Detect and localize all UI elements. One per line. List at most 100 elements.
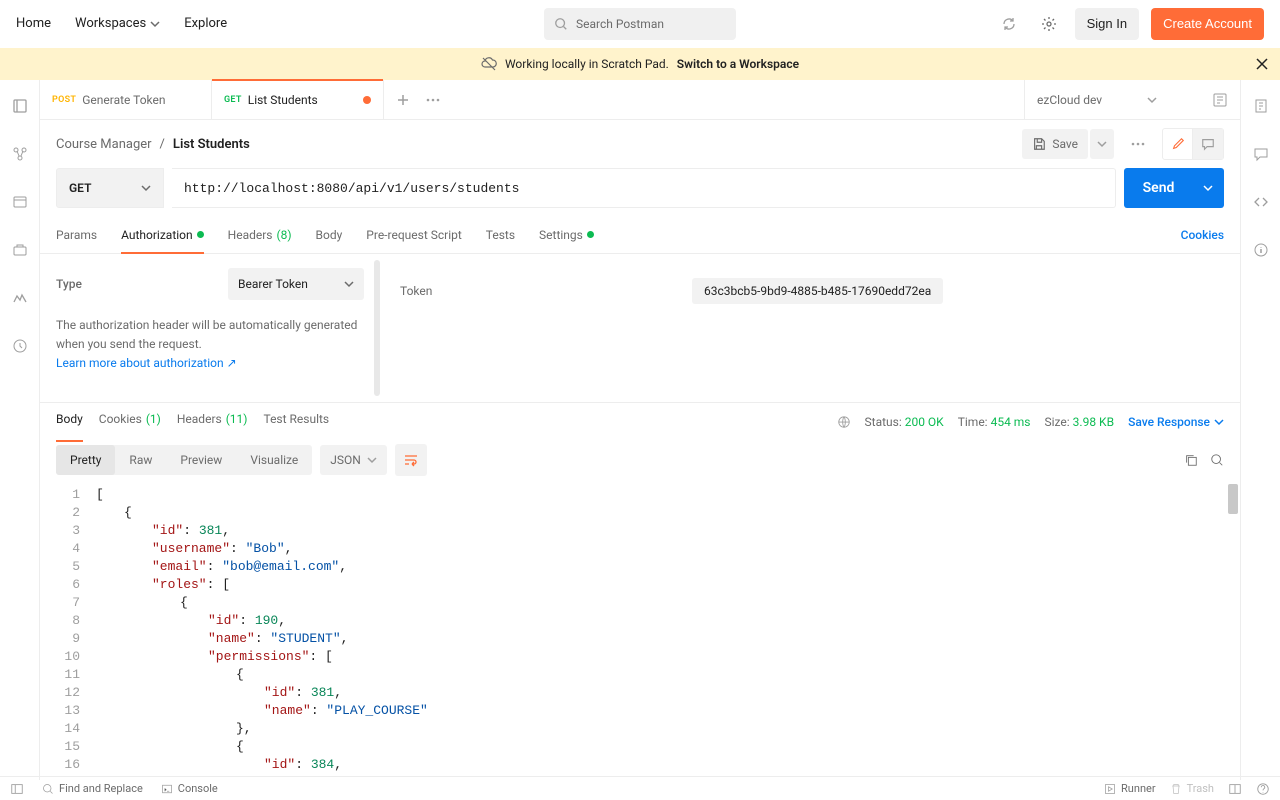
scratchpad-banner: Working locally in Scratch Pad. Switch t… [0, 48, 1280, 80]
trash-icon [1170, 783, 1182, 795]
tab-overflow-icon[interactable] [426, 98, 440, 102]
edit-icon[interactable] [1163, 129, 1193, 159]
subtab-headers[interactable]: Headers (8) [228, 216, 292, 253]
save-button[interactable]: Save [1022, 129, 1088, 159]
tab-label: List Students [248, 93, 318, 107]
resp-tab-tests[interactable]: Test Results [263, 412, 329, 432]
status-value: 200 OK [905, 415, 944, 429]
new-tab-button[interactable] [396, 93, 410, 107]
time-value: 454 ms [991, 415, 1031, 429]
settings-icon[interactable] [1035, 10, 1063, 38]
trash-button[interactable]: Trash [1170, 782, 1214, 795]
environment-name: ezCloud dev [1037, 93, 1102, 107]
save-icon [1032, 137, 1046, 151]
env-quicklook-icon[interactable] [1212, 92, 1228, 108]
view-pretty[interactable]: Pretty [56, 445, 115, 475]
create-account-button[interactable]: Create Account [1151, 8, 1264, 40]
rail-monitor-icon[interactable] [6, 284, 34, 312]
search-icon [554, 17, 568, 31]
format-select[interactable]: JSON [320, 445, 387, 475]
scratchpad-link[interactable]: Switch to a Workspace [677, 57, 799, 71]
rail-apis-icon[interactable] [6, 140, 34, 168]
environment-selector[interactable]: ezCloud dev [1024, 80, 1240, 119]
nav-workspaces[interactable]: Workspaces [75, 16, 160, 31]
auth-type-label: Type [56, 277, 82, 291]
copy-icon[interactable] [1184, 453, 1198, 467]
rail-info-icon[interactable] [1247, 236, 1275, 264]
subtab-body[interactable]: Body [316, 216, 343, 253]
sign-in-button[interactable]: Sign In [1075, 8, 1139, 40]
more-actions-icon[interactable] [1124, 130, 1152, 158]
chevron-down-icon [141, 183, 151, 193]
rail-env-icon[interactable] [6, 188, 34, 216]
resp-tab-cookies[interactable]: Cookies (1) [99, 412, 161, 432]
search-placeholder: Search Postman [576, 17, 664, 31]
scratchpad-text: Working locally in Scratch Pad. [505, 57, 669, 71]
subtab-prerequest[interactable]: Pre-request Script [366, 216, 461, 253]
auth-type-value: Bearer Token [238, 277, 308, 291]
runner-button[interactable]: Runner [1104, 782, 1156, 795]
active-dot-icon [197, 231, 204, 238]
view-preview[interactable]: Preview [166, 445, 236, 475]
cookies-link[interactable]: Cookies [1181, 228, 1224, 242]
breadcrumb-parent[interactable]: Course Manager [56, 137, 152, 152]
chevron-down-icon [1147, 95, 1157, 105]
tab-label: Generate Token [82, 93, 165, 107]
active-dot-icon [587, 231, 594, 238]
breadcrumb-current: List Students [173, 137, 250, 152]
view-raw[interactable]: Raw [115, 445, 166, 475]
find-replace-button[interactable]: Find and Replace [42, 782, 143, 795]
tab-generate-token[interactable]: POST Generate Token [40, 80, 212, 119]
token-value-input[interactable]: 63c3bcb5-9bd9-4885-b485-17690edd72ea [692, 278, 943, 304]
resp-tab-headers[interactable]: Headers (11) [177, 412, 248, 432]
save-response-button[interactable]: Save Response [1128, 415, 1224, 429]
auth-type-select[interactable]: Bearer Token [228, 268, 364, 300]
chevron-down-icon [367, 455, 377, 465]
globe-icon[interactable] [837, 415, 851, 429]
two-pane-icon[interactable] [1228, 782, 1242, 796]
right-rail [1240, 80, 1280, 780]
subtab-tests[interactable]: Tests [486, 216, 515, 253]
subtab-params[interactable]: Params [56, 216, 97, 253]
console-button[interactable]: Console [161, 782, 218, 795]
rail-collections-icon[interactable] [6, 92, 34, 120]
save-dropdown[interactable] [1090, 129, 1114, 159]
close-icon[interactable] [1256, 58, 1268, 70]
method-select[interactable]: GET [56, 168, 164, 208]
send-button[interactable]: Send [1124, 168, 1224, 208]
play-icon [1104, 783, 1116, 795]
search-input[interactable]: Search Postman [544, 8, 736, 40]
wrap-lines-button[interactable] [395, 444, 427, 476]
subtab-authorization[interactable]: Authorization [121, 216, 204, 253]
rail-code-icon[interactable] [1247, 188, 1275, 216]
token-label: Token [400, 278, 660, 298]
subtab-settings[interactable]: Settings [539, 216, 594, 253]
method-value: GET [69, 181, 91, 195]
rail-history-icon[interactable] [6, 332, 34, 360]
resp-tab-body[interactable]: Body [56, 412, 83, 432]
auth-help-text: The authorization header will be automat… [56, 316, 364, 354]
scrollbar-thumb[interactable] [1228, 484, 1238, 514]
url-input[interactable]: http://localhost:8080/api/v1/users/stude… [172, 168, 1116, 208]
rail-comments-icon[interactable] [1247, 140, 1275, 168]
rail-docs-icon[interactable] [1247, 92, 1275, 120]
toggle-sidebar-icon[interactable] [10, 782, 24, 796]
rail-mock-icon[interactable] [6, 236, 34, 264]
help-icon[interactable] [1256, 782, 1270, 796]
search-response-icon[interactable] [1210, 453, 1224, 467]
response-body[interactable]: 12345678910111213141516 [{"id": 381,"use… [40, 480, 1240, 780]
auth-help-link[interactable]: Learn more about authorization ↗ [56, 356, 237, 370]
chevron-down-icon [1203, 183, 1213, 193]
nav-home[interactable]: Home [16, 16, 51, 31]
tab-list-students[interactable]: GET List Students [212, 80, 384, 119]
chevron-down-icon [344, 279, 354, 289]
view-visualize[interactable]: Visualize [236, 445, 312, 475]
sync-icon[interactable] [995, 10, 1023, 38]
left-rail [0, 80, 40, 780]
comment-icon[interactable] [1193, 129, 1223, 159]
console-icon [161, 783, 173, 795]
nav-workspaces-label: Workspaces [75, 16, 146, 31]
nav-explore[interactable]: Explore [184, 16, 227, 31]
search-icon [42, 783, 54, 795]
unsaved-dot-icon [363, 96, 371, 104]
